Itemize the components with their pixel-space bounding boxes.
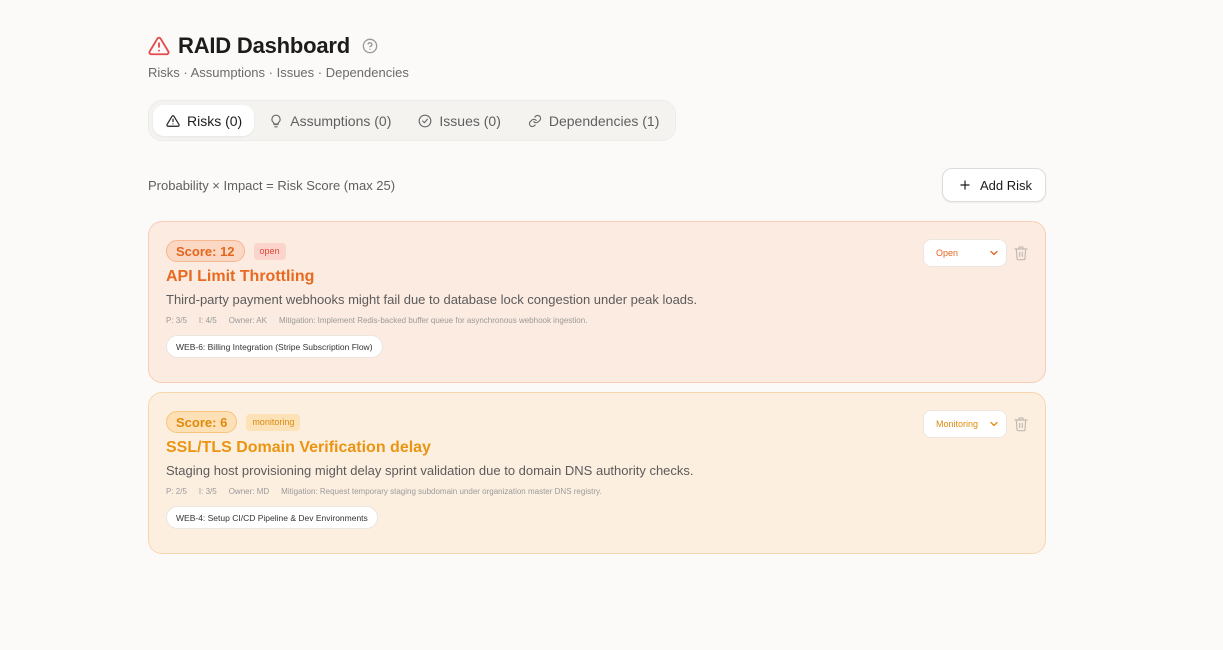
tab-risks[interactable]: Risks (0) — [153, 105, 255, 136]
page-header: RAID Dashboard — [148, 32, 1046, 60]
risk-owner: Owner: MD — [228, 487, 270, 496]
trash-icon[interactable] — [1013, 416, 1029, 432]
status-select[interactable]: Monitoring — [923, 410, 1007, 438]
risk-mitigation: Mitigation: Implement Redis-backed buffe… — [278, 316, 588, 325]
trash-icon[interactable] — [1013, 245, 1029, 261]
tab-label: Issues (0) — [439, 112, 501, 129]
risk-card: Score: 6 monitoring SSL/TLS Domain Verif… — [148, 392, 1046, 554]
page-title: RAID Dashboard — [178, 33, 350, 58]
tab-assumptions[interactable]: Assumptions (0) — [256, 105, 403, 136]
status-badge: monitoring — [246, 413, 301, 431]
raid-tabs: Risks (0) Assumptions (0) Issues (0) Dep… — [148, 100, 677, 141]
check-circle-icon — [418, 114, 432, 127]
help-circle-icon[interactable] — [362, 38, 378, 54]
tab-label: Dependencies (1) — [548, 112, 660, 129]
risk-description: Third-party payment webhooks might fail … — [166, 292, 698, 307]
status-badge: open — [253, 242, 286, 260]
tab-label: Assumptions (0) — [290, 112, 392, 129]
linked-task-tag[interactable]: WEB-4: Setup CI/CD Pipeline & Dev Enviro… — [166, 506, 378, 529]
risk-owner: Owner: AK — [228, 316, 267, 325]
link-icon — [528, 114, 541, 127]
status-select[interactable]: Open — [923, 239, 1007, 267]
risk-controls: Monitoring — [923, 410, 1029, 438]
risk-badges: Score: 6 monitoring — [166, 411, 1028, 433]
tab-issues[interactable]: Issues (0) — [405, 105, 512, 136]
chevron-down-icon — [990, 421, 998, 427]
add-risk-button[interactable]: Add Risk — [941, 168, 1046, 202]
risk-meta: P: 2/5 I: 3/5 Owner: MD Mitigation: Requ… — [166, 487, 1028, 496]
alert-triangle-icon — [148, 35, 170, 57]
score-badge: Score: 12 — [166, 240, 245, 262]
risk-impact: I: 3/5 — [198, 487, 217, 496]
risk-formula-text: Probability × Impact = Risk Score (max 2… — [148, 177, 396, 193]
tab-label: Risks (0) — [187, 112, 243, 129]
tab-dependencies[interactable]: Dependencies (1) — [515, 105, 672, 136]
risk-meta: P: 3/5 I: 4/5 Owner: AK Mitigation: Impl… — [166, 316, 1028, 325]
status-select-value: Monitoring — [936, 419, 979, 429]
risk-badges: Score: 12 open — [166, 240, 1028, 262]
risk-description: Staging host provisioning might delay sp… — [166, 463, 694, 478]
raid-dashboard: RAID Dashboard Risks · Assumptions · Iss… — [148, 32, 1046, 554]
risk-controls: Open — [923, 239, 1029, 267]
alert-triangle-icon — [166, 114, 180, 127]
chevron-down-icon — [990, 250, 998, 256]
risk-probability: P: 2/5 — [166, 487, 187, 496]
linked-task-tag[interactable]: WEB-6: Billing Integration (Stripe Subsc… — [166, 335, 383, 358]
lightbulb-icon — [271, 114, 281, 127]
risk-impact: I: 4/5 — [198, 316, 217, 325]
plus-icon — [960, 180, 970, 190]
status-select-value: Open — [936, 248, 959, 258]
risk-mitigation: Mitigation: Request temporary staging su… — [281, 487, 602, 496]
risk-card: Score: 12 open API Limit Throttling Thir… — [148, 221, 1046, 383]
risk-probability: P: 3/5 — [166, 316, 187, 325]
risk-title: SSL/TLS Domain Verification delay — [166, 439, 431, 456]
page-subtitle: Risks · Assumptions · Issues · Dependenc… — [148, 65, 409, 80]
add-risk-label: Add Risk — [979, 177, 1032, 193]
risk-title: API Limit Throttling — [166, 268, 315, 285]
score-badge: Score: 6 — [166, 411, 238, 433]
risk-toolbar: Probability × Impact = Risk Score (max 2… — [148, 168, 1046, 202]
